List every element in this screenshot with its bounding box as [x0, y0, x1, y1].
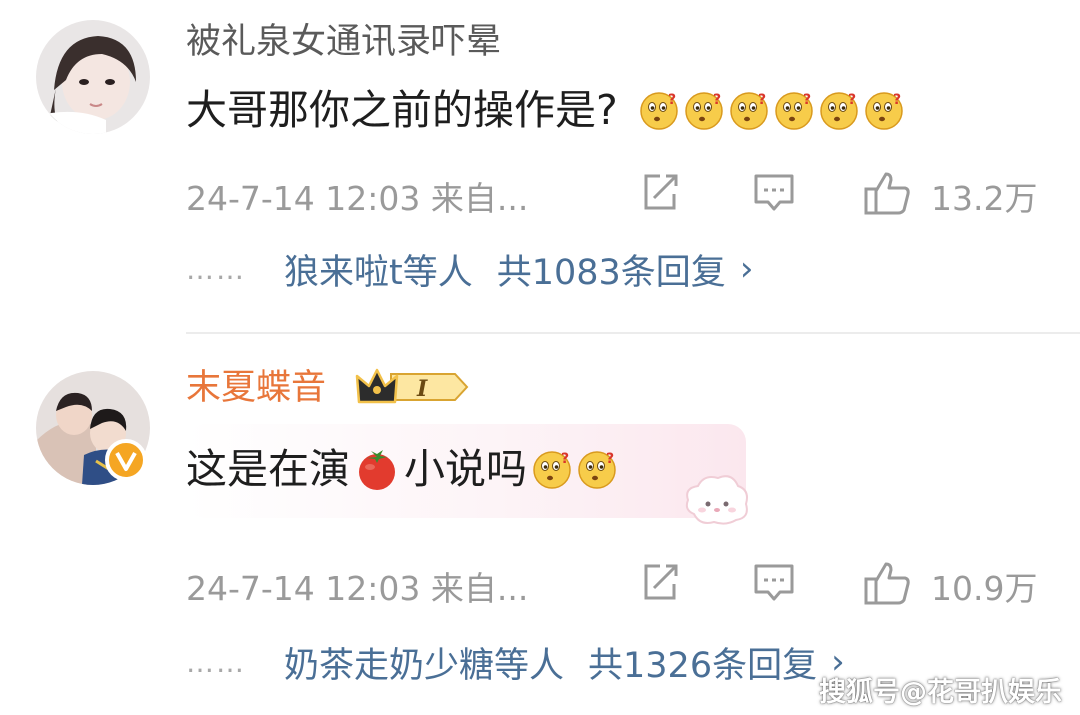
confused-face-icon	[640, 91, 678, 130]
confused-face-icon	[533, 450, 571, 489]
reply-total: 共1326条回复	[588, 645, 818, 686]
reply-summary[interactable]: …… 奶茶走奶少糖等人 共1326条回复 ›	[186, 639, 845, 686]
confused-face-icon	[578, 450, 616, 489]
confused-face-icon	[685, 91, 723, 130]
chevron-right-icon: ›	[739, 249, 754, 289]
tomato-icon	[359, 450, 395, 490]
cloud-puppy-sticker-icon	[685, 475, 748, 525]
username[interactable]: 被礼泉女通讯录吓晕	[186, 20, 501, 64]
vip-level: I	[416, 376, 428, 402]
reply-dots: ……	[186, 645, 246, 679]
timestamp: 24-7-14 12:03 来自...	[186, 179, 529, 218]
reply-total: 共1083条回复	[496, 252, 726, 293]
reply-summary[interactable]: …… 狼来啦t等人 共1083条回复 ›	[186, 246, 754, 293]
avatar[interactable]	[36, 20, 150, 134]
comment-text: 这是在演 小说吗	[186, 443, 617, 495]
thumbs-up-icon[interactable]	[863, 170, 911, 216]
share-icon[interactable]	[638, 170, 682, 214]
confused-face-icon	[775, 91, 813, 130]
thumbs-up-icon[interactable]	[863, 560, 911, 606]
vip-crown-badge-icon[interactable]: I	[355, 364, 469, 410]
share-icon[interactable]	[638, 560, 682, 604]
emoji-group	[634, 90, 904, 130]
comment-meta: 24-7-14 12:03 来自... 13.2万	[186, 170, 1044, 218]
confused-face-icon	[820, 91, 858, 130]
comment-text-content: 大哥那你之前的操作是?	[186, 86, 618, 134]
like-count: 10.9万	[931, 569, 1038, 608]
comment-item: 末夏蝶音 I 这是在演 小说吗 24-7-14 12:03 来自... 10.9…	[0, 334, 1080, 715]
username[interactable]: 末夏蝶音	[186, 366, 326, 410]
comment-text: 大哥那你之前的操作是?	[186, 84, 904, 136]
confused-face-icon	[865, 91, 903, 130]
comment-item: 被礼泉女通讯录吓晕 大哥那你之前的操作是? 24-7-14 12:03 来自..…	[0, 0, 1080, 332]
comment-text-after: 小说吗	[404, 445, 527, 493]
reply-names: 狼来啦t等人	[284, 252, 473, 293]
watermark: 搜狐号@花哥扒娱乐	[819, 677, 1062, 708]
comment-meta: 24-7-14 12:03 来自... 10.9万	[186, 560, 1044, 608]
reply-dots: ……	[186, 252, 246, 286]
comment-reply-icon[interactable]	[752, 170, 796, 214]
timestamp: 24-7-14 12:03 来自...	[186, 569, 529, 608]
verified-badge-icon	[105, 439, 147, 481]
reply-names: 奶茶走奶少糖等人	[284, 645, 565, 686]
like-count: 13.2万	[931, 179, 1038, 218]
comment-reply-icon[interactable]	[752, 560, 796, 604]
confused-face-icon	[730, 91, 768, 130]
comment-text-before: 这是在演	[186, 445, 350, 493]
